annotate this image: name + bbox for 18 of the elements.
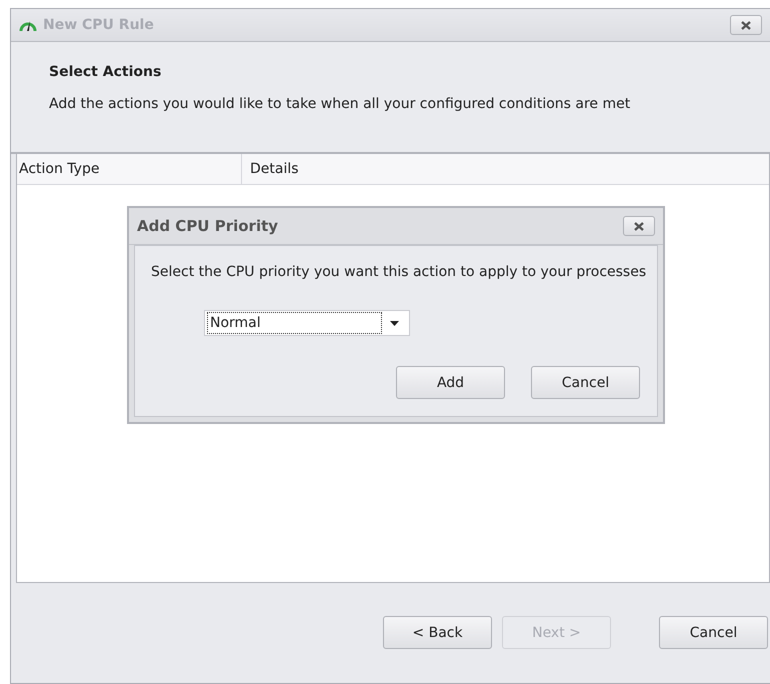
column-header[interactable]: Details — [242, 154, 769, 184]
gauge-icon — [19, 19, 37, 31]
close-icon — [634, 222, 644, 230]
window-title: New CPU Rule — [43, 17, 155, 33]
add-button[interactable]: Add — [396, 366, 505, 399]
close-button[interactable] — [623, 216, 655, 236]
close-button[interactable] — [730, 15, 762, 35]
priority-dropdown[interactable]: Normal — [204, 310, 410, 336]
back-button[interactable]: < Back — [383, 616, 492, 649]
page-description: Add the actions you would like to take when all your configured conditions are met — [49, 96, 632, 112]
cancel-button[interactable]: Cancel — [531, 366, 640, 399]
caret-icon — [390, 320, 399, 326]
column-header[interactable]: Action Type — [17, 154, 242, 184]
page-title: Select Actions — [49, 64, 162, 80]
close-icon — [741, 20, 751, 30]
dialog-title: Add CPU Priority — [137, 217, 280, 235]
cancel-button[interactable]: Cancel — [659, 616, 768, 649]
dialog-prompt: Select the CPU priority you want this action to apply to your processes — [151, 264, 648, 280]
